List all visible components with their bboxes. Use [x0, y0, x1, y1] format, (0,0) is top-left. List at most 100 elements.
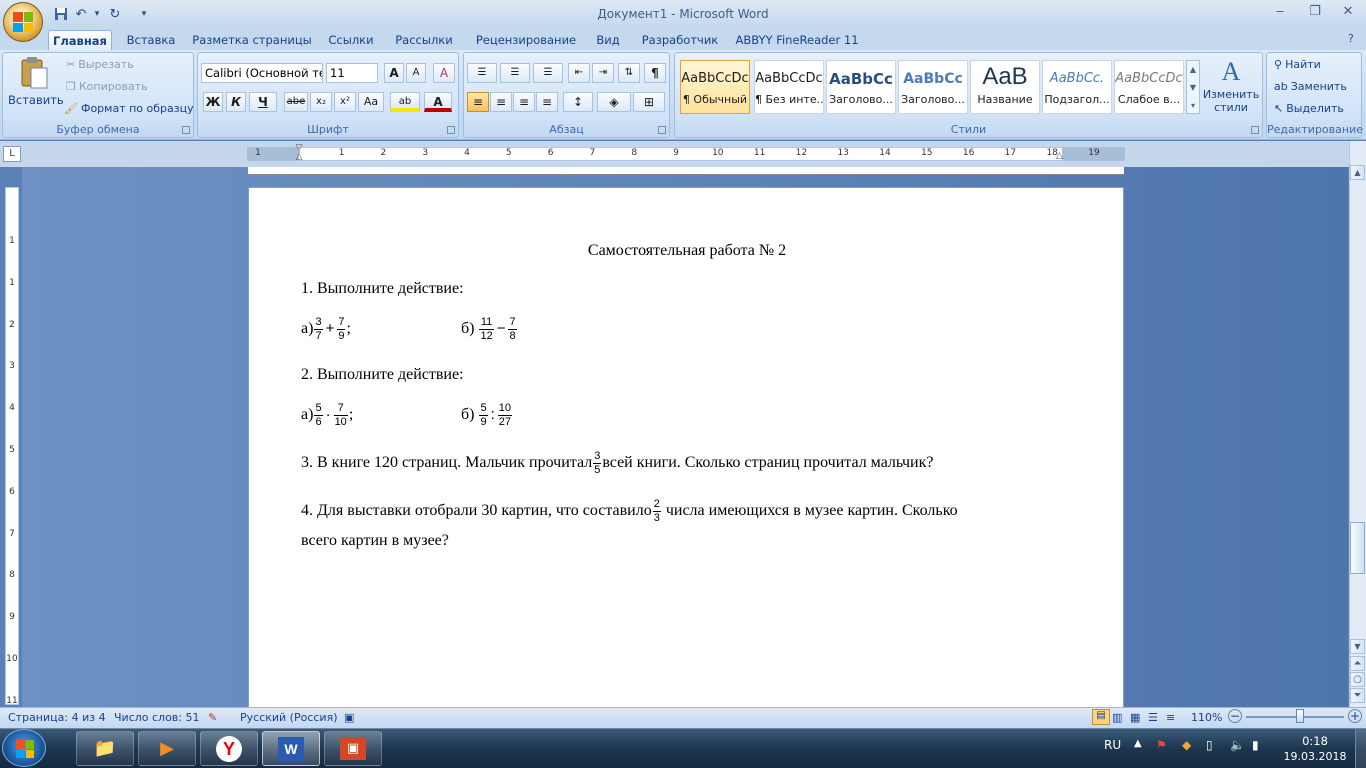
- bold-button[interactable]: Ж: [203, 92, 223, 112]
- shading-icon[interactable]: ◈: [597, 92, 631, 112]
- font-name-combo[interactable]: Calibri (Основной те: [201, 63, 323, 83]
- antivirus-icon[interactable]: ◆: [1182, 738, 1191, 752]
- dialog-launcher-icon[interactable]: [658, 126, 666, 134]
- show-marks-button[interactable]: ¶: [644, 63, 666, 83]
- action-center-icon[interactable]: ⚑: [1156, 738, 1167, 752]
- word-taskbar-icon[interactable]: W: [262, 731, 320, 766]
- superscript-button[interactable]: x²: [334, 92, 356, 112]
- clock-time[interactable]: 0:18: [1280, 734, 1350, 748]
- style-normal[interactable]: AaBbCcDc ¶ Обычный: [680, 60, 750, 114]
- full-screen-reading-icon[interactable]: ▥: [1112, 711, 1122, 724]
- yandex-browser-taskbar-icon[interactable]: Y: [200, 731, 258, 766]
- style-heading1[interactable]: AaBbCc Заголово...: [826, 60, 896, 114]
- proofing-icon[interactable]: ✎: [208, 711, 217, 724]
- subscript-button[interactable]: x₂: [310, 92, 332, 112]
- tab-insert[interactable]: Вставка: [120, 30, 182, 50]
- redo-icon[interactable]: ↻: [106, 5, 124, 23]
- align-center-icon[interactable]: ≡: [490, 92, 512, 112]
- scroll-thumb[interactable]: [1350, 522, 1365, 574]
- borders-icon[interactable]: ⊞: [633, 92, 665, 112]
- select-button[interactable]: ↖ Выделить: [1274, 102, 1344, 115]
- grow-font-button[interactable]: A: [384, 63, 404, 83]
- browse-object-icon[interactable]: ○: [1350, 672, 1365, 687]
- page-count[interactable]: Страница: 4 из 4: [8, 711, 106, 724]
- scroll-down-icon[interactable]: ▼: [1350, 639, 1365, 654]
- numbering-icon[interactable]: ☰: [500, 63, 530, 83]
- previous-page-icon[interactable]: ⏶: [1350, 656, 1365, 671]
- media-player-taskbar-icon[interactable]: ▶: [138, 731, 196, 766]
- bullets-icon[interactable]: ☰: [467, 63, 497, 83]
- scroll-up-icon[interactable]: ▲: [1350, 165, 1365, 180]
- indent-marker-icon[interactable]: ▽ △: [294, 144, 304, 164]
- format-painter-button[interactable]: 🖌 Формат по образцу: [64, 102, 194, 115]
- print-layout-icon[interactable]: ▤: [1092, 709, 1110, 725]
- line-spacing-icon[interactable]: ↕: [563, 92, 593, 112]
- save-icon[interactable]: [52, 5, 70, 23]
- font-color-button[interactable]: A: [424, 92, 452, 112]
- highlight-button[interactable]: ab: [390, 92, 420, 112]
- presentation-taskbar-icon[interactable]: ▣: [324, 731, 382, 766]
- help-icon[interactable]: ?: [1348, 32, 1354, 45]
- zoom-out-icon[interactable]: −: [1228, 709, 1242, 723]
- document-page[interactable]: Самостоятельная работа № 2 1. Выполните …: [248, 187, 1124, 709]
- strikethrough-button[interactable]: abe: [284, 92, 308, 112]
- copy-button[interactable]: ❐ Копировать: [66, 80, 148, 93]
- style-subtitle[interactable]: AaBbCc. Подзагол...: [1042, 60, 1112, 114]
- tab-references[interactable]: Ссылки: [322, 30, 380, 50]
- multilevel-list-icon[interactable]: ☰: [533, 63, 563, 83]
- shrink-font-button[interactable]: A: [406, 63, 426, 83]
- undo-dropdown-icon[interactable]: ▾: [92, 5, 102, 23]
- outline-icon[interactable]: ☰: [1148, 711, 1158, 724]
- styles-scroll[interactable]: ▲ ▼ ▾: [1186, 60, 1200, 114]
- clear-formatting-button[interactable]: A: [433, 63, 455, 83]
- paste-button[interactable]: Вставить: [8, 56, 64, 114]
- restore-button[interactable]: ❐: [1303, 4, 1327, 22]
- word-count[interactable]: Число слов: 51: [114, 711, 200, 724]
- device-icon[interactable]: ▯: [1206, 738, 1213, 752]
- tab-selector[interactable]: L: [3, 146, 21, 162]
- tab-home[interactable]: Главная: [48, 30, 112, 50]
- web-layout-icon[interactable]: ▦: [1130, 711, 1140, 724]
- input-language[interactable]: RU: [1104, 738, 1121, 752]
- zoom-slider-thumb[interactable]: [1295, 709, 1304, 723]
- increase-indent-icon[interactable]: ⇥: [592, 63, 614, 83]
- vertical-scrollbar[interactable]: [1349, 141, 1366, 707]
- style-no-spacing[interactable]: AaBbCcDc ¶ Без инте...: [754, 60, 824, 114]
- decrease-indent-icon[interactable]: ⇤: [568, 63, 590, 83]
- next-page-icon[interactable]: ⏷: [1350, 688, 1365, 703]
- font-size-combo[interactable]: 11: [326, 63, 378, 83]
- customize-qat-icon[interactable]: ▾: [138, 5, 150, 23]
- underline-button[interactable]: Ч: [249, 92, 277, 112]
- replace-button[interactable]: ab Заменить: [1274, 80, 1347, 93]
- tab-abbyy[interactable]: ABBYY FineReader 11: [734, 30, 860, 50]
- close-button[interactable]: ✕: [1336, 4, 1360, 22]
- style-heading2[interactable]: AaBbCc Заголово...: [898, 60, 968, 114]
- style-title[interactable]: AaB Название: [970, 60, 1040, 114]
- draft-icon[interactable]: ≡: [1166, 711, 1175, 724]
- zoom-level[interactable]: 110%: [1191, 711, 1222, 724]
- change-styles-button[interactable]: A Изменить стили: [1202, 56, 1260, 120]
- dialog-launcher-icon[interactable]: [1251, 126, 1259, 134]
- undo-icon[interactable]: ↶: [72, 5, 90, 23]
- align-left-icon[interactable]: ≡: [467, 92, 489, 112]
- dialog-launcher-icon[interactable]: [182, 126, 190, 134]
- explorer-taskbar-icon[interactable]: 📁: [76, 731, 134, 766]
- tab-page-layout[interactable]: Разметка страницы: [192, 30, 312, 50]
- right-indent-icon[interactable]: △: [1056, 151, 1066, 161]
- tab-review[interactable]: Рецензирование: [468, 30, 584, 50]
- find-button[interactable]: ⚲ Найти: [1274, 58, 1321, 71]
- show-hidden-icons[interactable]: ▲: [1134, 738, 1142, 749]
- office-button[interactable]: [3, 2, 43, 42]
- volume-icon[interactable]: 🔈: [1230, 738, 1245, 752]
- language[interactable]: Русский (Россия): [240, 711, 338, 724]
- change-case-button[interactable]: Aa: [358, 92, 384, 112]
- align-right-icon[interactable]: ≡: [513, 92, 535, 112]
- tab-developer[interactable]: Разработчик: [636, 30, 724, 50]
- clock-date[interactable]: 19.03.2018: [1280, 750, 1350, 763]
- tab-view[interactable]: Вид: [590, 30, 626, 50]
- network-icon[interactable]: ▮: [1252, 738, 1259, 752]
- italic-button[interactable]: К: [226, 92, 246, 112]
- sort-icon[interactable]: ⇅: [618, 63, 640, 83]
- macro-record-icon[interactable]: ▣: [344, 711, 354, 724]
- minimize-button[interactable]: ‒: [1268, 4, 1292, 22]
